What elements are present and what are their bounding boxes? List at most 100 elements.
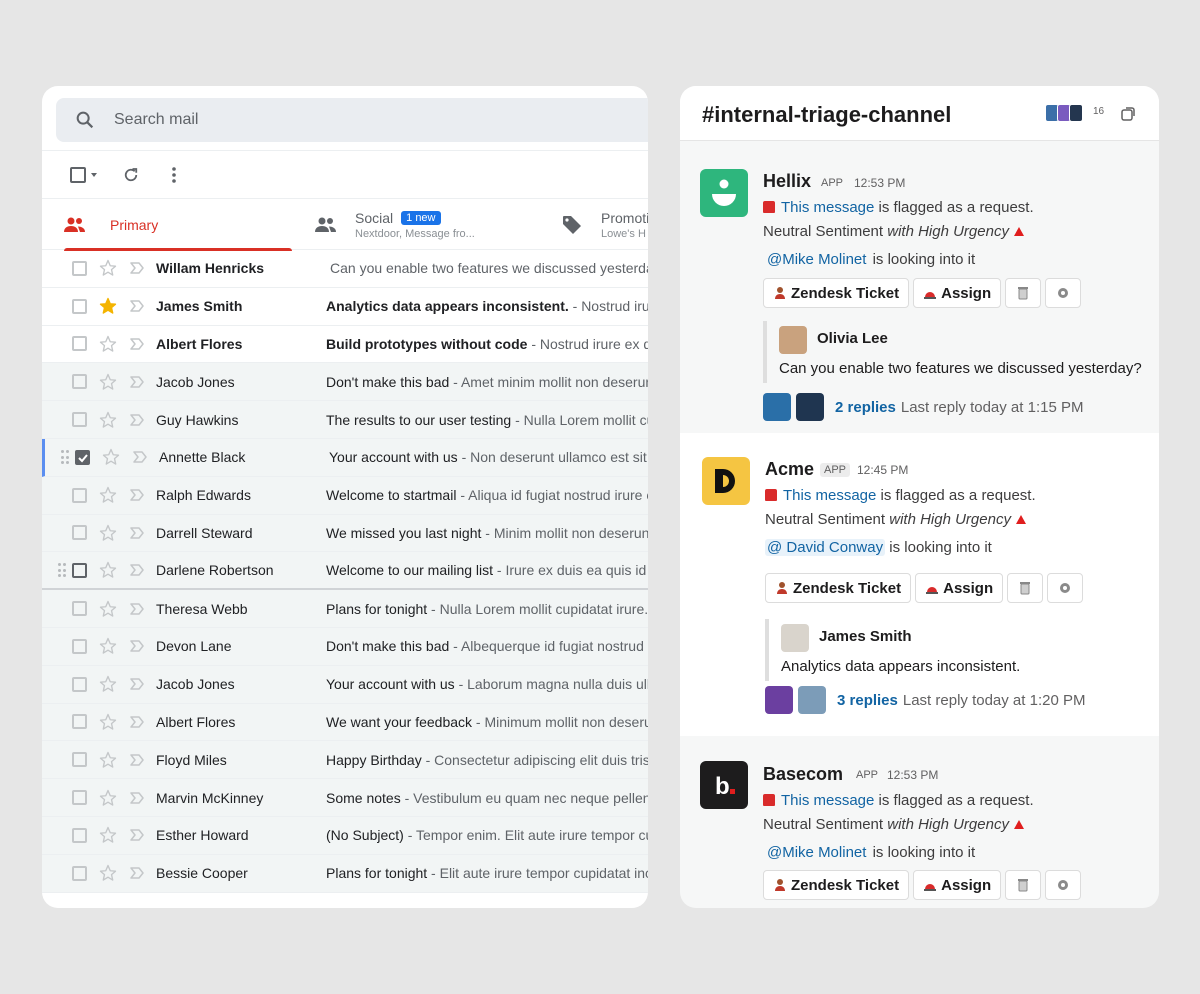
tab-social[interactable]: Social 1 new Nextdoor, Message fro...	[315, 199, 545, 251]
email-row[interactable]: Willam Henricks Can you enable two featur…	[42, 250, 648, 288]
star-icon[interactable]	[99, 486, 117, 504]
importance-marker-icon[interactable]	[133, 450, 147, 464]
row-checkbox[interactable]	[72, 298, 87, 314]
star-icon[interactable]	[99, 373, 117, 391]
hellix-logo[interactable]	[700, 169, 748, 217]
drag-handle-icon[interactable]	[58, 563, 66, 577]
row-checkbox[interactable]	[72, 638, 87, 654]
channel-details-icon[interactable]	[1120, 106, 1136, 122]
app-name[interactable]: Hellix	[763, 171, 811, 192]
email-row[interactable]: Floyd Miles Happy Birthday - Consectetur …	[42, 741, 648, 780]
assign-button[interactable]: Assign	[915, 573, 1004, 603]
email-row[interactable]: Devon Lane Don't make this bad - Albequer…	[42, 627, 648, 666]
assign-button[interactable]: Assign	[913, 278, 1002, 308]
select-all-checkbox[interactable]	[70, 167, 86, 183]
star-icon[interactable]	[99, 600, 117, 618]
email-row[interactable]: Theresa Webb Plans for tonight - Nulla Lo…	[42, 590, 648, 628]
star-icon[interactable]	[99, 259, 117, 277]
row-checkbox[interactable]	[72, 827, 87, 843]
timestamp[interactable]: 12:45 PM	[857, 463, 908, 477]
delete-button[interactable]	[1007, 573, 1044, 603]
email-row[interactable]: Esther Howard (No Subject) - Tempor enim.…	[42, 816, 648, 855]
importance-marker-icon[interactable]	[130, 375, 144, 389]
importance-marker-icon[interactable]	[130, 715, 144, 729]
importance-marker-icon[interactable]	[130, 791, 144, 805]
channel-name[interactable]: #internal-triage-channel	[702, 102, 951, 128]
search-bar[interactable]	[56, 98, 648, 142]
user-mention[interactable]: @Mike Molinet	[765, 251, 868, 268]
star-icon[interactable]	[99, 826, 117, 844]
avatar[interactable]	[779, 326, 807, 354]
importance-marker-icon[interactable]	[130, 828, 144, 842]
email-row[interactable]: Darrell Steward We missed you last night …	[42, 514, 648, 553]
star-icon[interactable]	[99, 789, 117, 807]
importance-marker-icon[interactable]	[130, 413, 144, 427]
row-checkbox[interactable]	[72, 676, 87, 692]
importance-marker-icon[interactable]	[130, 602, 144, 616]
star-icon[interactable]	[102, 448, 120, 466]
row-checkbox[interactable]	[72, 374, 87, 390]
zendesk-ticket-button[interactable]: Zendesk Ticket	[763, 278, 910, 308]
timestamp[interactable]: 12:53 PM	[854, 176, 905, 190]
replies-link[interactable]: 3 replies	[837, 692, 898, 709]
app-name[interactable]: Acme	[765, 459, 814, 480]
row-checkbox[interactable]	[72, 714, 87, 730]
importance-marker-icon[interactable]	[130, 563, 144, 577]
row-checkbox[interactable]	[72, 487, 87, 503]
tab-promotions[interactable]: Promoti Lowe's H	[561, 199, 648, 251]
row-checkbox[interactable]	[72, 865, 87, 881]
refresh-icon[interactable]	[122, 166, 140, 184]
star-icon[interactable]	[99, 864, 117, 882]
importance-marker-icon[interactable]	[130, 299, 144, 313]
row-checkbox[interactable]	[72, 412, 87, 428]
thread-summary[interactable]: 3 replies Last reply today at 1:20 PM	[765, 686, 1085, 714]
email-row[interactable]: Ralph Edwards Welcome to startmail - Aliq…	[42, 476, 648, 515]
drag-handle-icon[interactable]	[61, 450, 69, 465]
row-checkbox[interactable]	[75, 449, 90, 465]
email-row[interactable]: Jacob Jones Your account with us - Laboru…	[42, 665, 648, 704]
settings-button[interactable]	[1045, 870, 1082, 900]
row-checkbox[interactable]	[72, 752, 87, 768]
chevron-down-icon[interactable]	[91, 173, 97, 177]
importance-marker-icon[interactable]	[130, 753, 144, 767]
timestamp[interactable]: 12:53 PM	[887, 768, 938, 782]
avatar[interactable]	[781, 624, 809, 652]
importance-marker-icon[interactable]	[130, 639, 144, 653]
settings-button[interactable]	[1047, 573, 1084, 603]
star-icon[interactable]	[99, 297, 117, 315]
search-icon[interactable]	[74, 109, 96, 131]
star-icon[interactable]	[99, 411, 117, 429]
importance-marker-icon[interactable]	[130, 261, 144, 275]
thread-summary[interactable]: 2 replies Last reply today at 1:15 PM	[763, 393, 1083, 421]
row-checkbox[interactable]	[72, 601, 87, 617]
importance-marker-icon[interactable]	[130, 526, 144, 540]
email-row[interactable]: Annette Black Your account with us - Non …	[42, 438, 648, 477]
row-checkbox[interactable]	[72, 525, 87, 541]
star-icon[interactable]	[99, 675, 117, 693]
email-row[interactable]: Albert Flores We want your feedback - Min…	[42, 703, 648, 742]
email-row[interactable]: James Smith Analytics data appears incons…	[42, 288, 648, 326]
star-icon[interactable]	[99, 524, 117, 542]
basecom-logo[interactable]: b	[700, 761, 748, 809]
tab-primary[interactable]: Primary	[64, 199, 292, 251]
email-row[interactable]: Guy Hawkins The results to our user testi…	[42, 401, 648, 439]
email-row[interactable]: Bessie Cooper Plans for tonight - Elit au…	[42, 854, 648, 893]
assign-button[interactable]: Assign	[913, 870, 1002, 900]
email-row[interactable]: Jacob Jones Don't make this bad - Amet mi…	[42, 363, 648, 402]
member-avatars[interactable]	[1045, 104, 1083, 122]
user-mention[interactable]: @ David Conway	[765, 539, 886, 556]
delete-button[interactable]	[1005, 278, 1042, 308]
app-name[interactable]: Basecom	[763, 764, 843, 785]
row-checkbox[interactable]	[72, 562, 87, 578]
quoted-author[interactable]: James Smith	[819, 628, 912, 645]
star-icon[interactable]	[99, 561, 117, 579]
delete-button[interactable]	[1005, 870, 1042, 900]
importance-marker-icon[interactable]	[130, 337, 144, 351]
zendesk-ticket-button[interactable]: Zendesk Ticket	[765, 573, 912, 603]
message-link[interactable]: This message	[781, 199, 874, 216]
star-icon[interactable]	[99, 335, 117, 353]
acme-logo[interactable]	[702, 457, 750, 505]
message-link[interactable]: This message	[783, 487, 876, 504]
email-row[interactable]: Marvin McKinney Some notes - Vestibulum e…	[42, 779, 648, 817]
user-mention[interactable]: @Mike Molinet	[765, 844, 868, 861]
